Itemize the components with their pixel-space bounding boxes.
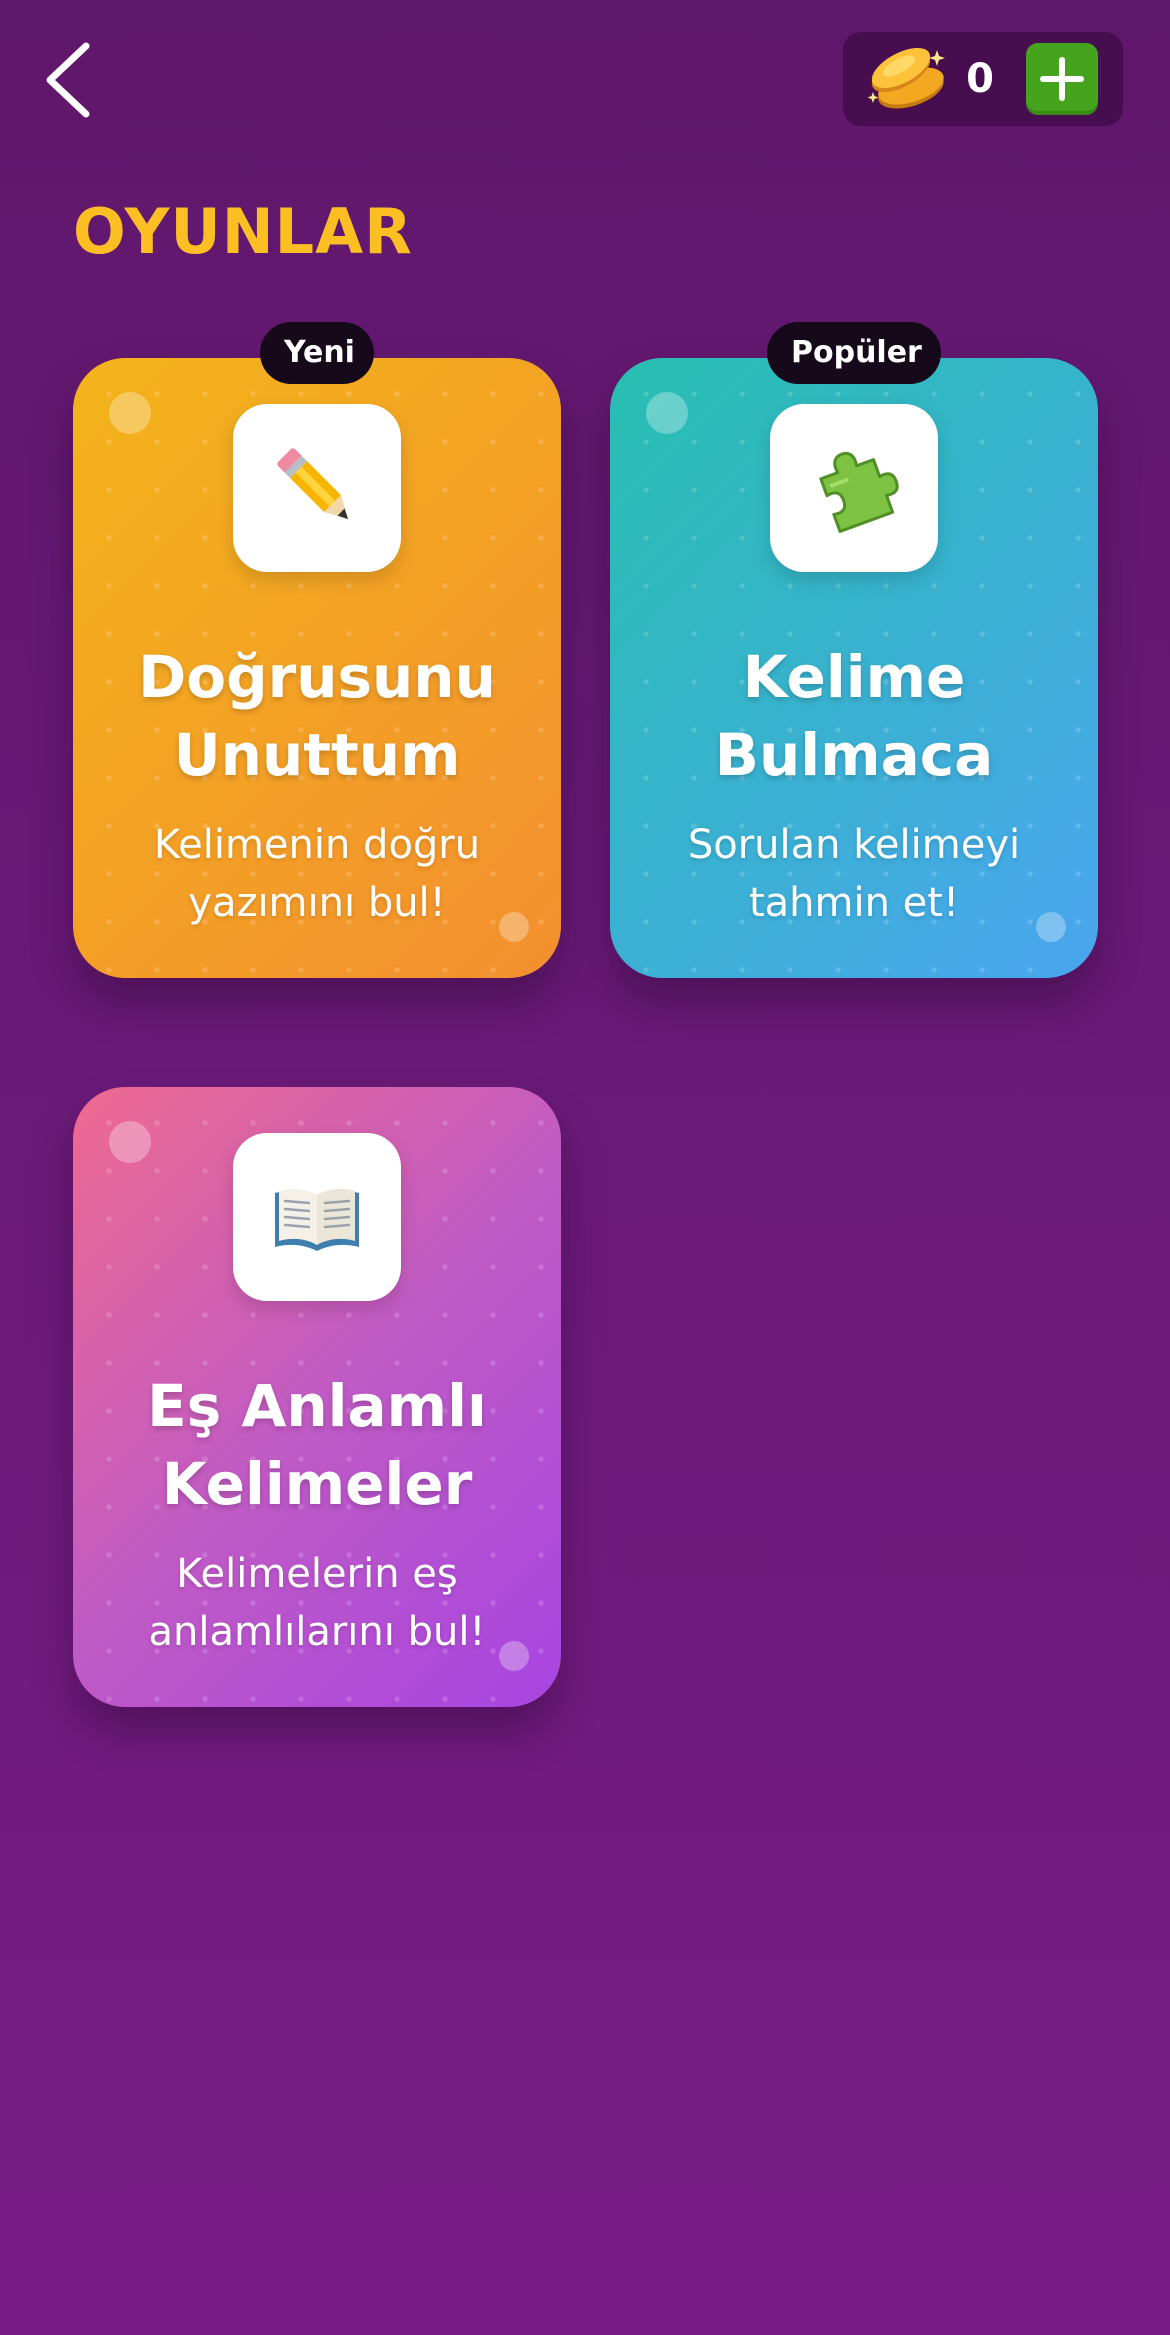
card-title: Eş Anlamlı Kelimeler: [93, 1367, 541, 1523]
card-description: Kelimenin doğru yazımını bul!: [93, 816, 541, 932]
open-book-icon: [275, 1188, 359, 1251]
card-decoration: [109, 392, 151, 434]
pencil-icon: [277, 448, 349, 520]
card-description-line: anlamlılarını bul!: [148, 1609, 486, 1655]
coins-icon: [867, 47, 945, 109]
card-title: Doğrusunu Unuttum: [93, 638, 541, 794]
card-title-line: Eş Anlamlı: [147, 1372, 487, 1440]
card-description: Sorulan kelimeyi tahmin et!: [630, 816, 1078, 932]
page-title: OYUNLAR: [73, 195, 413, 268]
plus-icon: [1040, 57, 1084, 101]
card-title-line: Kelimeler: [161, 1450, 473, 1518]
coin-count: 0: [966, 56, 994, 102]
game-card-kelime-bulmaca[interactable]: Popüler Kelime Bulmaca Sorulan kelimeyi …: [610, 322, 1098, 978]
card-description: Kelimelerin eş anlamlılarını bul!: [93, 1545, 541, 1661]
card-description-line: Kelimelerin eş: [176, 1551, 458, 1597]
back-button[interactable]: [40, 40, 100, 120]
card-icon-box: [233, 404, 401, 572]
card-decoration: [646, 392, 688, 434]
card-description-line: tahmin et!: [748, 880, 960, 926]
card-title-line: Kelime: [742, 643, 966, 711]
add-coins-button[interactable]: [1026, 43, 1098, 115]
coin-balance: 0: [843, 32, 1123, 126]
card-description-line: yazımını bul!: [188, 880, 446, 926]
card-description-line: Kelimenin doğru: [153, 822, 481, 868]
game-card-es-anlamli-kelimeler[interactable]: Eş Anlamlı Kelimeler Kelimelerin eş anla…: [73, 1087, 561, 1707]
puzzle-piece-icon: [819, 451, 899, 533]
card-description-line: Sorulan kelimeyi: [687, 822, 1021, 868]
popular-badge: Popüler: [767, 322, 941, 384]
card-title-line: Bulmaca: [714, 721, 994, 789]
new-badge: Yeni: [260, 322, 374, 384]
card-title-line: Doğrusunu: [138, 643, 496, 711]
card-icon-box: [770, 404, 938, 572]
card-icon-box: [233, 1133, 401, 1301]
card-title-line: Unuttum: [173, 721, 461, 789]
game-card-dogrusunu-unuttum[interactable]: Yeni Doğrusunu Unuttum Kelimenin doğru y…: [73, 322, 561, 978]
chevron-left-icon: [46, 42, 90, 118]
card-title: Kelime Bulmaca: [630, 638, 1078, 794]
card-decoration: [109, 1121, 151, 1163]
